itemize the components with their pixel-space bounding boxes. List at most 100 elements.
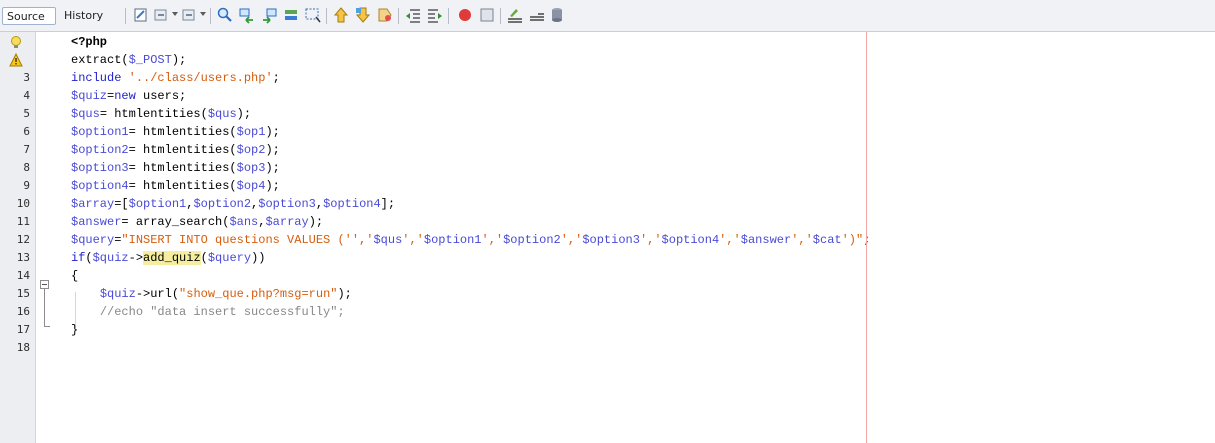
forward-dropdown-icon[interactable] xyxy=(200,12,206,16)
code-token: ',' xyxy=(791,233,813,247)
line-number: 13 xyxy=(16,251,30,264)
code-token: ( xyxy=(200,251,208,265)
code-line[interactable]: $quiz=new users; xyxy=(71,87,186,105)
code-line[interactable]: if($quiz->add_quiz($query)) xyxy=(71,249,265,267)
code-token: $qus xyxy=(71,107,100,121)
code-token: = htmlentities( xyxy=(128,143,237,157)
shift-left-icon[interactable] xyxy=(404,6,422,24)
code-token: = htmlentities( xyxy=(99,107,208,121)
code-token: $option3 xyxy=(71,161,129,175)
code-token: $option4 xyxy=(323,197,381,211)
line-number: 7 xyxy=(23,143,30,156)
editor-toolbar: Source History xyxy=(0,0,1215,32)
code-token: $query xyxy=(71,233,115,247)
back-dropdown-icon[interactable] xyxy=(172,12,178,16)
code-token: $qus xyxy=(207,107,237,121)
code-line[interactable]: $option3= htmlentities($op3); xyxy=(71,159,280,177)
code-token: '../class/users.php' xyxy=(128,71,273,85)
line-number: 18 xyxy=(16,341,30,354)
line-number: 3 xyxy=(23,71,30,84)
collapse-block-icon[interactable] xyxy=(40,280,49,289)
find-next-icon[interactable] xyxy=(260,6,278,24)
code-token: ); xyxy=(265,125,280,139)
code-token: , xyxy=(315,197,324,211)
right-margin-line xyxy=(866,32,867,443)
code-line[interactable]: //echo "data insert successfully"; xyxy=(71,303,345,321)
code-line[interactable]: $quiz->url("show_que.php?msg=run"); xyxy=(71,285,352,303)
code-line[interactable]: $array=[$option1,$option2,$option3,$opti… xyxy=(71,195,395,213)
code-line[interactable]: $qus= htmlentities($qus); xyxy=(71,105,251,123)
code-token: ); xyxy=(337,287,352,301)
comment-icon[interactable] xyxy=(506,6,524,24)
line-number: 12 xyxy=(16,233,30,246)
code-token: $option4 xyxy=(71,179,129,193)
code-token: include xyxy=(71,71,122,85)
uncomment-icon[interactable] xyxy=(528,6,546,24)
next-bookmark-icon[interactable] xyxy=(354,6,372,24)
previous-bookmark-icon[interactable] xyxy=(332,6,350,24)
line-number xyxy=(0,51,34,69)
code-token: $option4 xyxy=(661,233,720,247)
start-macro-icon[interactable] xyxy=(456,6,474,24)
code-token: if xyxy=(71,251,86,265)
code-token: $option3 xyxy=(582,233,640,247)
toggle-bookmark-icon[interactable] xyxy=(376,6,394,24)
find-previous-icon[interactable] xyxy=(238,6,256,24)
code-token: $qus xyxy=(373,233,403,247)
code-token: $op1 xyxy=(236,125,266,139)
code-editor[interactable]: 3 4 5 6 7 8 9 10 11 12 13 14 15 16 17 18 <?php extract($… xyxy=(0,32,1215,443)
code-line[interactable]: $answer= array_search($ans,$array); xyxy=(71,213,323,231)
back-icon[interactable] xyxy=(152,6,170,24)
code-token: ; xyxy=(272,71,280,85)
line-number: 9 xyxy=(23,179,30,192)
code-token: } xyxy=(71,323,79,337)
code-token: $query xyxy=(207,251,252,265)
tab-history[interactable]: History xyxy=(60,7,120,25)
line-number: 14 xyxy=(16,269,30,282)
code-token: )) xyxy=(251,251,266,265)
last-edit-icon[interactable] xyxy=(132,6,150,24)
fold-column xyxy=(36,32,50,443)
code-line[interactable]: $option4= htmlentities($op4); xyxy=(71,177,280,195)
code-token: new xyxy=(114,89,136,103)
code-token: ',' xyxy=(560,233,583,247)
line-number: 5 xyxy=(23,107,30,120)
code-line[interactable]: $option2= htmlentities($op2); xyxy=(71,141,280,159)
code-line[interactable]: <?php xyxy=(71,33,107,51)
code-token: = htmlentities( xyxy=(128,125,237,139)
line-number: 6 xyxy=(23,125,30,138)
code-token: $quiz xyxy=(99,287,136,301)
line-number: 4 xyxy=(23,89,30,102)
code-token: ->url( xyxy=(135,287,180,301)
line-number-gutter: 3 4 5 6 7 8 9 10 11 12 13 14 15 16 17 18 xyxy=(0,32,36,443)
stop-macro-icon[interactable] xyxy=(478,6,496,24)
code-line[interactable]: $option1= htmlentities($op1); xyxy=(71,123,280,141)
code-token: $array xyxy=(265,215,309,229)
code-token: $option1 xyxy=(423,233,482,247)
shift-right-icon[interactable] xyxy=(426,6,444,24)
code-token: = htmlentities( xyxy=(128,161,237,175)
code-line[interactable]: extract($_POST); xyxy=(71,51,186,69)
code-token: $option2 xyxy=(193,197,252,211)
code-token: ); xyxy=(171,53,187,67)
code-token: $option1 xyxy=(128,197,187,211)
code-token: $op2 xyxy=(236,143,266,157)
code-line[interactable]: include '../class/users.php'; xyxy=(71,69,280,87)
code-token: $cat xyxy=(812,233,842,247)
toggle-rect-selection-icon[interactable] xyxy=(304,6,322,24)
code-line[interactable]: { xyxy=(71,267,78,285)
tab-source[interactable]: Source xyxy=(2,7,56,25)
code-line[interactable]: } xyxy=(71,321,78,339)
code-token: <?php xyxy=(71,35,108,49)
code-line[interactable]: $query="INSERT INTO questions VALUES (''… xyxy=(71,231,870,249)
toggle-highlight-icon[interactable] xyxy=(282,6,300,24)
forward-icon[interactable] xyxy=(180,6,198,24)
find-selection-icon[interactable] xyxy=(216,6,234,24)
code-token: //echo "data insert successfully"; xyxy=(99,305,345,319)
toolbar-separator xyxy=(448,8,449,24)
line-number: 11 xyxy=(16,215,30,228)
code-token: -> xyxy=(128,251,144,265)
database-icon[interactable] xyxy=(548,6,566,24)
